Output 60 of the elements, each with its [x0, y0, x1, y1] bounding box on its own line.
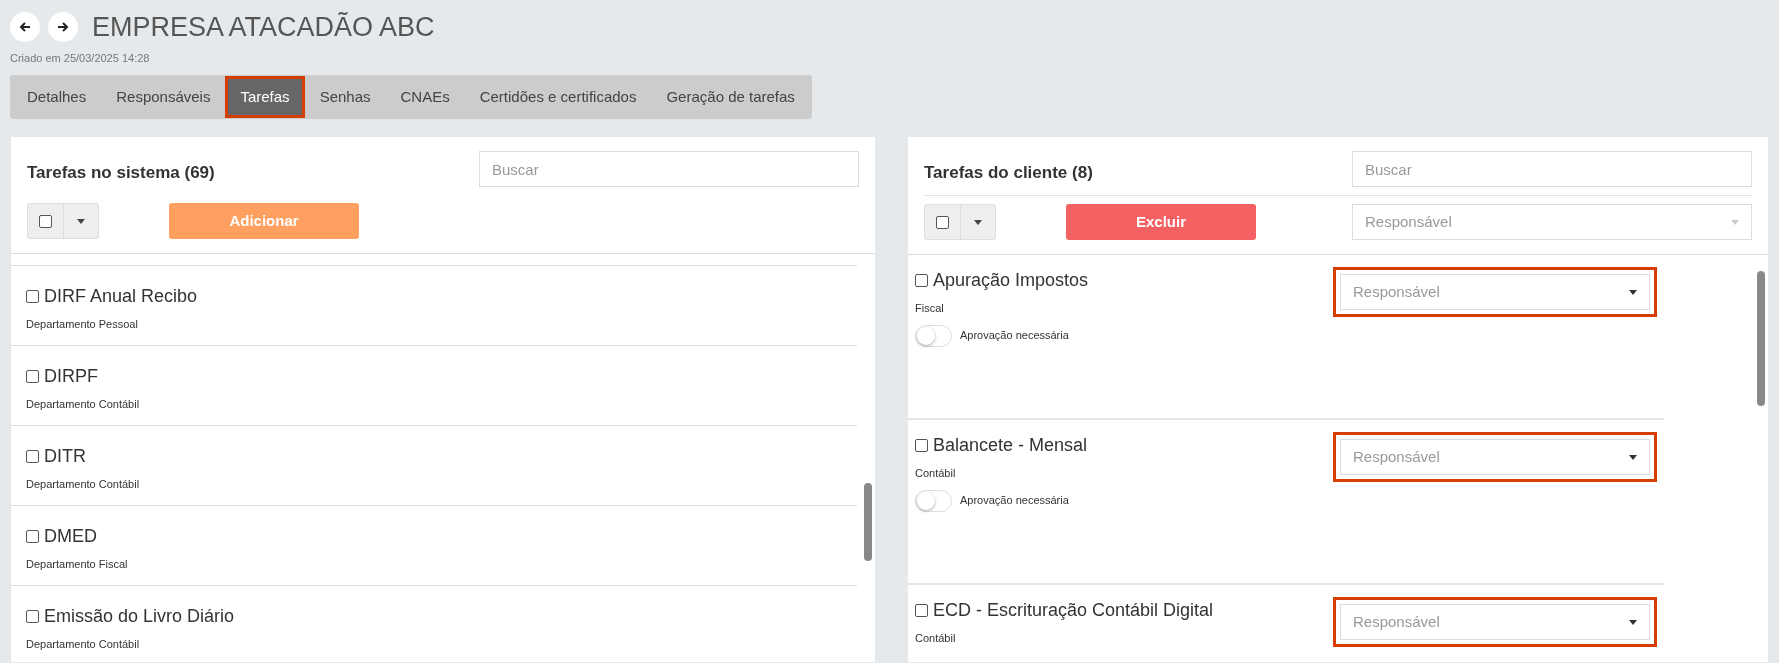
department-label: Departamento Contábil: [26, 477, 141, 492]
responsible-filter[interactable]: Responsável: [1352, 204, 1752, 240]
left-arrow-icon: [19, 21, 31, 33]
tab[interactable]: Senhas: [304, 75, 386, 118]
tab[interactable]: Certidões e certificados: [464, 75, 652, 118]
tab[interactable]: Tarefas: [225, 75, 305, 118]
toggle-switch[interactable]: [915, 324, 952, 347]
task-name: DIRF Anual Recibo: [44, 285, 198, 308]
department-label: Fiscal: [915, 301, 945, 316]
checkbox[interactable]: [26, 450, 39, 463]
back-button[interactable]: [10, 12, 40, 42]
checkbox[interactable]: [26, 370, 39, 383]
search-field[interactable]: Buscar: [479, 151, 859, 187]
search-field[interactable]: Buscar: [1352, 151, 1752, 187]
task-name: ECD - Escrituração Contábil Digital: [933, 599, 1214, 622]
task-name: DITR: [44, 445, 86, 468]
department-label: Departamento Contábil: [26, 637, 141, 652]
checkbox[interactable]: [26, 610, 39, 623]
caret-icon: [77, 218, 85, 224]
department-label: Departamento Fiscal: [26, 557, 129, 572]
select-all-control[interactable]: [27, 203, 99, 239]
department-label: Contábil: [915, 466, 957, 481]
forward-button[interactable]: [48, 12, 78, 42]
checkbox[interactable]: [915, 604, 928, 617]
created-date: Criado em 25/03/2025 14:28: [10, 51, 151, 66]
department-label: Departamento Contábil: [26, 397, 141, 412]
tab[interactable]: CNAEs: [385, 75, 465, 118]
task-name: Balancete - Mensal: [933, 434, 1088, 457]
task-name: DMED: [44, 525, 97, 548]
department-label: Contábil: [915, 631, 957, 646]
responsible-select[interactable]: Responsável: [1340, 274, 1650, 310]
task-name: DIRPF: [44, 365, 98, 388]
caret-icon: [1629, 619, 1637, 625]
delete-button[interactable]: Excluir: [1066, 204, 1256, 240]
panel-title: Tarefas no sistema (69): [27, 162, 215, 185]
right-arrow-icon: [57, 21, 69, 33]
checkbox[interactable]: [915, 274, 928, 287]
checkbox[interactable]: [915, 439, 928, 452]
responsible-select[interactable]: Responsável: [1340, 604, 1650, 640]
caret-icon: [1629, 289, 1637, 295]
panel-title: Tarefas do cliente (8): [924, 162, 1093, 185]
toggle-label: Aprovação necessária: [960, 493, 1069, 509]
responsible-select[interactable]: Responsável: [1340, 439, 1650, 475]
caret-icon: [974, 219, 982, 225]
department-label: Departamento Pessoal: [26, 317, 139, 332]
caret-icon: [1731, 219, 1739, 225]
toggle-label: Aprovação necessária: [960, 328, 1069, 344]
task-name: Apuração Impostos: [933, 269, 1089, 292]
checkbox[interactable]: [26, 290, 39, 303]
checkbox[interactable]: [39, 214, 52, 228]
tab[interactable]: Geração de tarefas: [651, 75, 810, 118]
tab[interactable]: Detalhes: [12, 75, 102, 118]
toggle-switch[interactable]: [915, 489, 952, 512]
task-name: Emissão do Livro Diário: [44, 605, 235, 628]
checkbox[interactable]: [936, 215, 949, 229]
company-title: EMPRESA ATACADÃO ABC: [92, 13, 435, 41]
select-all-control[interactable]: [924, 204, 996, 240]
tab[interactable]: Responsáveis: [101, 75, 226, 118]
caret-icon: [1629, 454, 1637, 460]
checkbox[interactable]: [26, 530, 39, 543]
